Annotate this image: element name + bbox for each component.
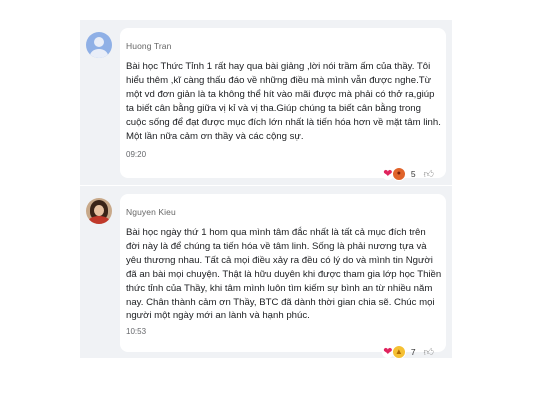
comment-text: Bài học ngày thứ 1 hom qua mình tâm đắc …	[126, 227, 442, 322]
thumbs-up-outline-icon[interactable]: 👍︎	[424, 168, 434, 180]
comment-author[interactable]: Huong Tran	[126, 41, 171, 51]
comment-item: Huong Tran Bài học Thức Tỉnh 1 rất hay q…	[80, 20, 452, 185]
avatar-shirt-shape	[88, 216, 110, 224]
avatar[interactable]	[86, 32, 112, 58]
comment-card: Huong Tran Bài học Thức Tỉnh 1 rất hay q…	[120, 28, 446, 181]
avatar-head-shape	[94, 37, 104, 47]
avatar-face-shape	[94, 205, 104, 216]
avatar[interactable]	[86, 198, 112, 224]
comment-text: Bài học Thức Tỉnh 1 rất hay qua bài giản…	[126, 61, 441, 142]
comments-page: Huong Tran Bài học Thức Tỉnh 1 rất hay q…	[0, 0, 533, 400]
comment-time: 10:53	[126, 327, 147, 336]
comment-time: 09:20	[126, 150, 147, 159]
reaction-count: 5	[410, 169, 416, 179]
reaction-bar[interactable]: ❤ ● 5 👍︎	[381, 167, 434, 181]
thumbs-up-outline-icon[interactable]: 👍︎	[424, 346, 434, 358]
comment-item: Nguyen Kieu Bài học ngày thứ 1 hom qua m…	[80, 186, 452, 359]
avatar-body-shape	[90, 49, 108, 58]
reaction-count: 7	[410, 347, 416, 357]
comment-card: Nguyen Kieu Bài học ngày thứ 1 hom qua m…	[120, 194, 446, 359]
thumbs-up-icon: ▲	[391, 345, 406, 359]
comment-author[interactable]: Nguyen Kieu	[126, 207, 176, 217]
angry-face-icon: ●	[391, 167, 406, 181]
reaction-bar[interactable]: ❤ ▲ 7 👍︎	[381, 345, 434, 359]
